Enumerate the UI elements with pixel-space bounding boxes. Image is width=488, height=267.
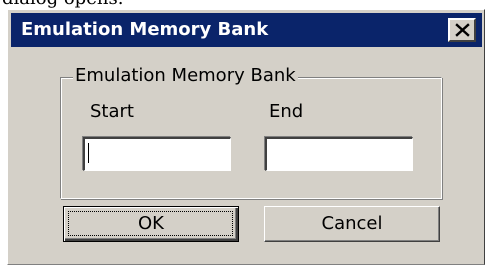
close-x-icon [455,23,470,37]
groupbox-legend: Emulation Memory Bank [73,65,298,86]
close-button[interactable] [448,18,476,42]
start-label: Start [90,101,134,122]
end-input[interactable] [265,137,413,171]
emulation-memory-bank-dialog: Emulation Memory Bank Emulation Memory B… [7,9,485,265]
cancel-button[interactable]: Cancel [264,206,440,242]
start-input[interactable] [83,137,231,171]
ok-button-label: OK [138,213,164,234]
cancel-button-label: Cancel [321,213,383,234]
window-title: Emulation Memory Bank [21,19,269,40]
caption-fragment: dialog opens. [2,0,123,9]
end-label: End [269,101,304,122]
ok-button[interactable]: OK [63,206,239,242]
title-bar[interactable]: Emulation Memory Bank [11,13,482,47]
text-caret [88,143,89,163]
